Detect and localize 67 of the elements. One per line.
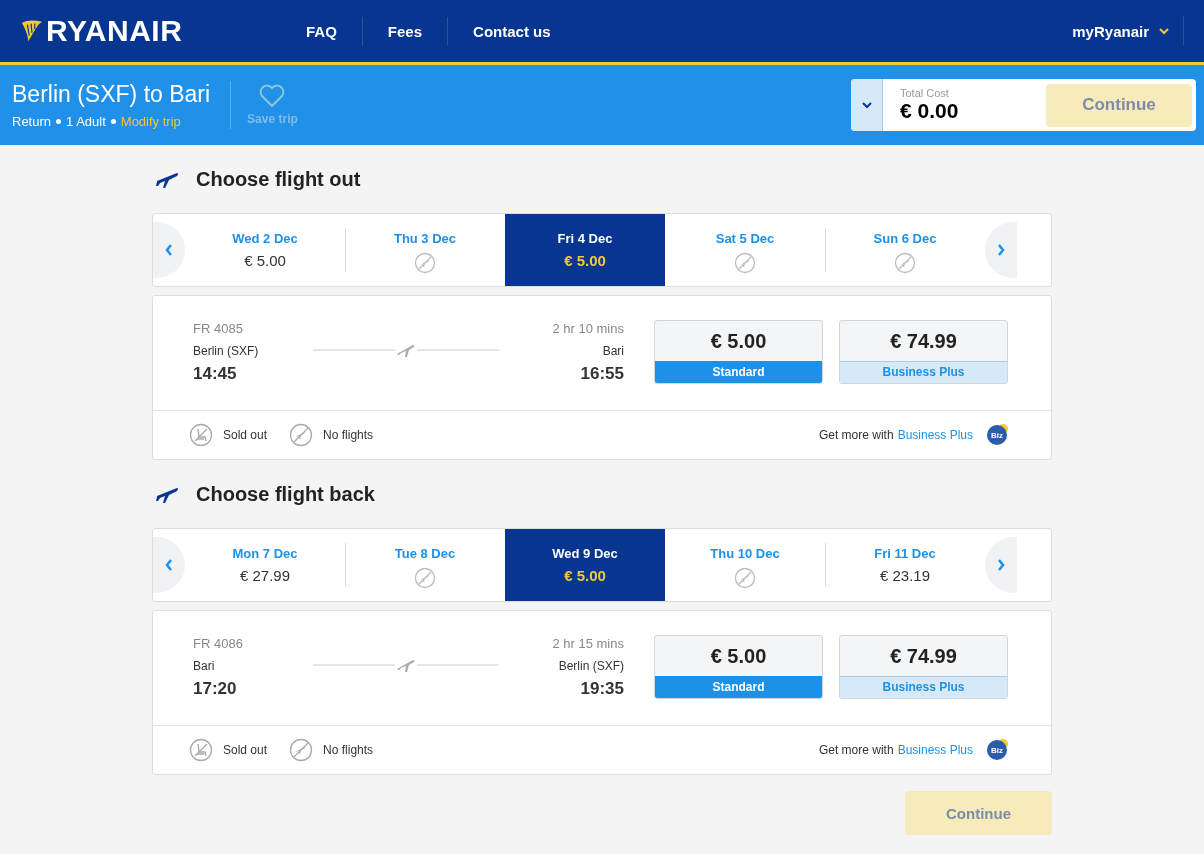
legend-label: No flights bbox=[323, 428, 374, 442]
no-flights-icon bbox=[734, 567, 756, 589]
departure-city: Bari bbox=[193, 658, 216, 673]
legend-label: Sold out bbox=[223, 428, 268, 442]
chevron-down-icon bbox=[1159, 27, 1169, 35]
departure-time: 17:20 bbox=[193, 678, 238, 699]
chevron-left-icon bbox=[165, 244, 173, 256]
flight-number: FR 4085 bbox=[193, 320, 244, 336]
arrival-time: 16:55 bbox=[580, 363, 624, 384]
fare-option[interactable]: € 74.99 Business Plus bbox=[839, 320, 1008, 384]
next-button[interactable] bbox=[985, 222, 1017, 278]
no-flights-icon bbox=[734, 252, 756, 274]
bullet-icon bbox=[110, 119, 116, 124]
date-tab[interactable]: Wed 9 Dec € 5.00 bbox=[505, 529, 665, 601]
trip-title: Berlin (SXF) to Bari bbox=[12, 81, 211, 108]
bullet-icon bbox=[56, 119, 62, 124]
departure-city: Berlin (SXF) bbox=[193, 343, 260, 358]
section-title: Choose flight out bbox=[196, 167, 361, 191]
no-flights-icon bbox=[414, 252, 436, 274]
harp-logo-icon bbox=[20, 19, 44, 43]
flight-duration: 2 hr 15 mins bbox=[552, 635, 624, 651]
sold-out-icon bbox=[189, 738, 213, 762]
heart-icon[interactable] bbox=[259, 84, 286, 108]
legend-label: Sold out bbox=[223, 743, 268, 757]
fare-option[interactable]: € 74.99 Business Plus bbox=[839, 635, 1008, 699]
previous-button[interactable] bbox=[153, 537, 185, 593]
biz-badge: Biz bbox=[987, 740, 1007, 760]
fare-option[interactable]: € 5.00 Standard bbox=[654, 635, 823, 699]
flight-number: FR 4086 bbox=[193, 635, 244, 651]
arrival-city: Bari bbox=[602, 343, 624, 358]
fare-option[interactable]: € 5.00 Standard bbox=[654, 320, 823, 384]
previous-button[interactable] bbox=[153, 222, 185, 278]
chevron-right-icon bbox=[997, 559, 1005, 571]
legend-label: No flights bbox=[323, 743, 374, 757]
trip-type: Return bbox=[12, 114, 52, 129]
expand-button[interactable] bbox=[851, 79, 883, 131]
date-tab[interactable]: Fri 11 Dec € 23.19 bbox=[825, 529, 985, 601]
arrival-time: 19:35 bbox=[580, 678, 624, 699]
no-flights-icon bbox=[414, 567, 436, 589]
business-plus-link[interactable]: Business Plus bbox=[897, 428, 973, 442]
no-flights-icon bbox=[894, 252, 916, 274]
total-cost-value: € 0.00 bbox=[900, 99, 960, 123]
nav-link[interactable]: Contact us bbox=[448, 16, 576, 46]
passenger-count: 1 Adult bbox=[66, 114, 106, 129]
nav-link[interactable]: Fees bbox=[362, 16, 449, 46]
sold-out-icon bbox=[189, 423, 213, 447]
total-cost-label: Total Cost bbox=[900, 87, 950, 99]
section-title: Choose flight back bbox=[196, 482, 375, 506]
date-tab[interactable]: Wed 2 Dec € 5.00 bbox=[185, 214, 345, 286]
account-menu[interactable]: myRyanair bbox=[1072, 22, 1149, 40]
nav-link[interactable]: FAQ bbox=[281, 16, 363, 46]
promo-text: Get more with bbox=[818, 743, 894, 757]
arrival-city: Berlin (SXF) bbox=[558, 658, 624, 673]
biz-badge: Biz bbox=[987, 425, 1007, 445]
logo-wordmark[interactable]: RYANAIR bbox=[46, 14, 183, 48]
date-tab[interactable]: Mon 7 Dec € 27.99 bbox=[185, 529, 345, 601]
promo-text: Get more with bbox=[818, 428, 894, 442]
flight-duration: 2 hr 10 mins bbox=[552, 320, 624, 336]
no-flights-icon bbox=[289, 738, 314, 762]
next-button[interactable] bbox=[985, 537, 1017, 593]
no-flights-icon bbox=[289, 423, 314, 447]
chevron-left-icon bbox=[165, 559, 173, 571]
business-plus-link[interactable]: Business Plus bbox=[897, 743, 973, 757]
chevron-down-icon bbox=[861, 101, 872, 109]
departure-time: 14:45 bbox=[193, 363, 238, 384]
date-tab[interactable]: Fri 4 Dec € 5.00 bbox=[505, 214, 665, 286]
chevron-right-icon bbox=[997, 244, 1005, 256]
